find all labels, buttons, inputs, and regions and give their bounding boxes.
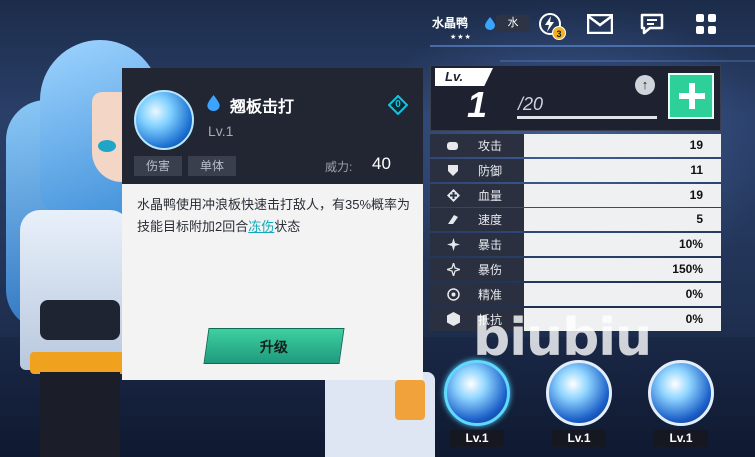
stat-row-accuracy: 精准 0% (430, 282, 721, 308)
character-legs (40, 372, 120, 457)
mail-icon (587, 14, 613, 34)
accuracy-target-icon (444, 287, 462, 301)
stat-value: 0% (524, 282, 721, 306)
character-top (40, 300, 120, 340)
level-panel: Lv. 1 /20 ↑ (430, 65, 721, 131)
background-stripe (500, 60, 755, 62)
skill-cost-gem: 0 (387, 94, 409, 116)
stat-row-attack: 攻击 19 (430, 134, 721, 159)
stat-label: 速度 (478, 213, 503, 228)
skill-slam-icon (134, 90, 194, 150)
notification-count-badge: 3 (552, 26, 566, 40)
stat-value: 10% (524, 233, 721, 257)
stat-row-crit: 暴击 10% (430, 233, 721, 258)
skill-dash-icon (648, 360, 714, 426)
power-label: 威力: (325, 160, 353, 174)
stat-label: 血量 (478, 188, 503, 203)
skill-name: 翘板击打 (230, 99, 295, 116)
stat-label: 攻击 (478, 139, 503, 153)
health-cross-icon (444, 188, 462, 202)
character-name: 水晶鸭 (432, 16, 469, 30)
skill-slot-2[interactable]: Lv.1 (546, 360, 612, 450)
stat-key: 精准 (430, 282, 524, 306)
element-badge: 水 (496, 15, 530, 32)
stat-key: 血量 (430, 183, 524, 207)
water-drop-icon (207, 95, 220, 111)
stat-row-speed: 速度 5 (430, 208, 721, 233)
stat-row-defense: 防御 11 (430, 158, 721, 184)
skill-description: 水晶鸭使用冲浪板快速击打敌人，有35%概率为技能目标附加2回合冻伤状态 (137, 194, 417, 238)
stat-row-crit-damage: 暴伤 150% (430, 257, 721, 283)
menu-grid-icon (696, 14, 716, 34)
character-stars: ★★★ (450, 34, 472, 41)
chat-button[interactable] (638, 10, 666, 38)
max-level: /20 (518, 94, 544, 114)
upgrade-button[interactable]: 升级 (203, 328, 345, 364)
water-drop-icon (485, 17, 495, 30)
surfboard-accent (395, 380, 425, 420)
skill-level: Lv.1 (208, 123, 234, 139)
stat-label: 精准 (478, 287, 503, 302)
skill-slam-icon (444, 360, 510, 426)
skill-slot-level: Lv.1 (552, 430, 606, 447)
watermark: biubiu (473, 308, 652, 368)
description-text-end: 状态 (274, 219, 301, 234)
stat-value: 150% (524, 257, 721, 281)
level-up-arrow-icon[interactable]: ↑ (635, 75, 655, 95)
level-up-plus-button[interactable] (668, 73, 714, 119)
stat-label: 暴击 (478, 238, 503, 253)
character-eye (98, 140, 116, 152)
shield-icon (444, 163, 462, 177)
attack-fist-icon (444, 139, 462, 153)
stat-value: 11 (524, 158, 721, 182)
stat-row-health: 血量 19 (430, 183, 721, 209)
character-jacket (20, 210, 130, 370)
menu-button[interactable] (692, 10, 720, 38)
mail-button[interactable] (586, 10, 614, 38)
stat-label: 防御 (478, 163, 503, 178)
stat-value: 19 (524, 134, 721, 157)
skill-card-header: 翘板击打 Lv.1 0 伤害 单体 威力: 40 (122, 68, 423, 184)
skill-slot-3[interactable]: Lv.1 (648, 360, 714, 450)
skill-card-body: 水晶鸭使用冲浪板快速击打敌人，有35%概率为技能目标附加2回合冻伤状态 升级 (122, 184, 423, 380)
stat-value: 5 (524, 208, 721, 232)
current-level: 1 (467, 84, 488, 125)
top-bar: 水晶鸭 ★★★ 水 3 (430, 6, 755, 46)
speed-boot-icon (444, 213, 462, 227)
stat-key: 速度 (430, 208, 524, 232)
energy-button[interactable]: 3 (536, 10, 566, 40)
skill-tag-damage: 伤害 (134, 156, 182, 176)
skill-detail-card: 翘板击打 Lv.1 0 伤害 单体 威力: 40 水晶鸭使用冲浪板快速击打敌人，… (122, 68, 423, 380)
resist-hex-icon (444, 312, 462, 327)
stat-key: 暴伤 (430, 257, 524, 281)
stat-key: 暴击 (430, 233, 524, 257)
stat-value: 19 (524, 183, 721, 207)
crit-star-icon (444, 238, 462, 252)
chat-icon (640, 13, 664, 35)
skill-slot-level: Lv.1 (450, 430, 504, 447)
skill-slot-level: Lv.1 (654, 430, 708, 447)
crit-damage-icon (444, 262, 462, 276)
skill-surf-icon (546, 360, 612, 426)
character-belt (30, 352, 130, 374)
skill-tag-single: 单体 (188, 156, 236, 176)
stats-table: 攻击 19 防御 11 血量 19 速度 5 暴击 10% 暴伤 150% 精准… (430, 134, 721, 332)
stat-key: 攻击 (430, 134, 524, 157)
frostbite-keyword-link[interactable]: 冻伤 (248, 219, 274, 234)
skill-slot-1[interactable]: Lv.1 (444, 360, 510, 450)
level-progress-bar (517, 116, 657, 119)
power-value: 40 (372, 154, 391, 173)
stat-key: 防御 (430, 158, 524, 182)
skill-cost-value: 0 (395, 99, 401, 110)
stat-label: 暴伤 (478, 262, 503, 277)
upgrade-button-label: 升级 (259, 339, 288, 355)
